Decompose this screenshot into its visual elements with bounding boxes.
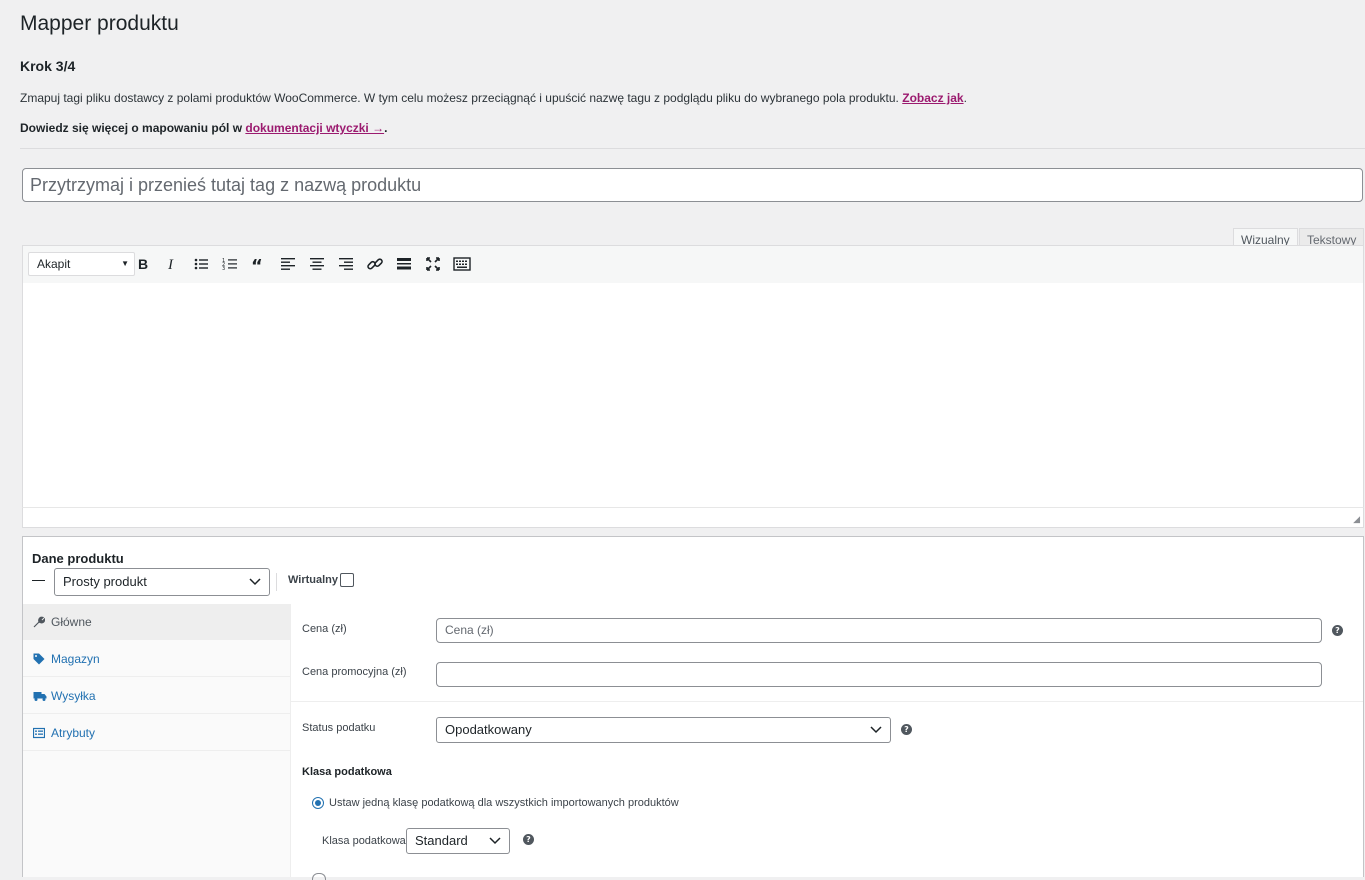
svg-text:B: B xyxy=(138,256,148,272)
docs-end: . xyxy=(384,121,388,135)
bold-icon[interactable]: B xyxy=(131,252,155,276)
product-name-drop-field[interactable]: Przytrzymaj i przenieś tutaj tag z nazwą… xyxy=(22,168,1363,202)
caret-down-icon: ▼ xyxy=(121,259,129,268)
blockquote-icon[interactable]: “ xyxy=(247,252,271,276)
tax-status-value: Opodatkowany xyxy=(445,722,532,737)
svg-text:I: I xyxy=(167,257,174,273)
docs-link[interactable]: dokumentacji wtyczki → xyxy=(245,121,384,135)
truck-icon xyxy=(33,690,51,702)
price-label: Cena (zł) xyxy=(302,623,347,635)
tax-status-select[interactable]: Opodatkowany xyxy=(436,717,891,743)
align-left-icon[interactable] xyxy=(276,252,300,276)
tab-general[interactable]: Główne xyxy=(23,604,290,640)
section-divider xyxy=(291,701,1363,702)
product-data-tabs: Główne Magazyn Wysyłka Atrybuty xyxy=(23,604,291,877)
tax-class-radio-label: Ustaw jedną klasę podatkową dla wszystki… xyxy=(329,797,679,809)
toolbar-toggle-icon[interactable] xyxy=(450,252,474,276)
tax-class-value: Standard xyxy=(415,833,468,848)
sale-price-field[interactable] xyxy=(436,662,1322,687)
virtual-label: Wirtualny xyxy=(288,574,339,586)
help-icon[interactable]: ? xyxy=(1332,625,1343,636)
format-select[interactable]: Akapit ▼ xyxy=(28,252,135,276)
docs-text: Dowiedz się więcej o mapowaniu pól w dok… xyxy=(20,121,387,135)
help-icon[interactable]: ? xyxy=(901,724,912,735)
help-icon[interactable]: ? xyxy=(523,834,534,845)
tax-class-select[interactable]: Standard xyxy=(406,828,510,854)
tax-class-label: Klasa podatkowa xyxy=(322,835,406,847)
align-center-icon[interactable] xyxy=(305,252,329,276)
format-select-value: Akapit xyxy=(37,257,71,271)
bullet-list-icon[interactable] xyxy=(189,252,213,276)
tab-attributes-label: Atrybuty xyxy=(51,725,96,740)
price-placeholder: Cena (zł) xyxy=(445,623,494,637)
wrench-icon xyxy=(33,616,51,628)
tab-shipping[interactable]: Wysyłka xyxy=(23,678,290,714)
resize-handle-icon[interactable]: ◢ xyxy=(1353,514,1360,525)
editor-toolbar: Akapit ▼ B I 123 “ xyxy=(22,245,1364,284)
tax-status-label: Status podatku xyxy=(302,722,376,734)
intro-text: Zmapuj tagi pliku dostawcy z polami prod… xyxy=(20,91,967,105)
vertical-separator xyxy=(276,573,277,591)
general-panel: Cena (zł) Cena (zł) ? Cena promocyjna (z… xyxy=(291,604,1363,880)
radio-selected-dot xyxy=(315,800,321,806)
page-title: Mapper produktu xyxy=(20,12,179,35)
price-field[interactable]: Cena (zł) xyxy=(436,618,1322,643)
tab-general-label: Główne xyxy=(51,614,92,629)
sale-price-label: Cena promocyjna (zł) xyxy=(302,666,407,678)
numbered-list-icon[interactable]: 123 xyxy=(218,252,242,276)
chevron-down-icon xyxy=(488,830,502,860)
product-data-title: Dane produktu xyxy=(32,551,124,566)
editor-statusbar: ◢ xyxy=(22,507,1364,528)
dash-separator xyxy=(32,580,45,581)
tax-class-heading: Klasa podatkowa xyxy=(302,766,392,778)
intro-end: . xyxy=(963,91,967,105)
svg-text:3: 3 xyxy=(222,266,225,272)
intro-description: Zmapuj tagi pliku dostawcy z polami prod… xyxy=(20,91,899,105)
header-divider xyxy=(20,148,1365,149)
link-icon[interactable] xyxy=(363,252,387,276)
tax-class-single-radio[interactable] xyxy=(312,797,324,809)
tab-inventory[interactable]: Magazyn xyxy=(23,641,290,677)
docs-description: Dowiedz się więcej o mapowaniu pól w xyxy=(20,121,243,135)
product-data-box: Dane produktu Prosty produkt Wirtualny G… xyxy=(22,536,1364,880)
tag-icon xyxy=(33,653,51,665)
fullscreen-icon[interactable] xyxy=(421,252,445,276)
product-type-select[interactable]: Prosty produkt xyxy=(54,568,270,596)
product-type-value: Prosty produkt xyxy=(63,574,147,589)
editor-content-area[interactable] xyxy=(22,283,1364,508)
step-indicator: Krok 3/4 xyxy=(20,58,76,74)
tax-class-mapped-radio[interactable] xyxy=(312,873,326,880)
chevron-down-icon xyxy=(869,719,883,749)
svg-text:“: “ xyxy=(251,256,263,274)
tab-inventory-label: Magazyn xyxy=(51,651,100,666)
tab-attributes[interactable]: Atrybuty xyxy=(23,715,290,751)
align-right-icon[interactable] xyxy=(334,252,358,276)
read-more-icon[interactable] xyxy=(392,252,416,276)
chevron-down-icon xyxy=(248,570,262,601)
see-how-link[interactable]: Zobacz jak xyxy=(902,91,963,105)
italic-icon[interactable]: I xyxy=(160,252,184,276)
virtual-checkbox[interactable] xyxy=(340,573,354,587)
list-icon xyxy=(33,727,51,739)
product-name-placeholder: Przytrzymaj i przenieś tutaj tag z nazwą… xyxy=(30,175,422,195)
tab-shipping-label: Wysyłka xyxy=(51,688,96,703)
